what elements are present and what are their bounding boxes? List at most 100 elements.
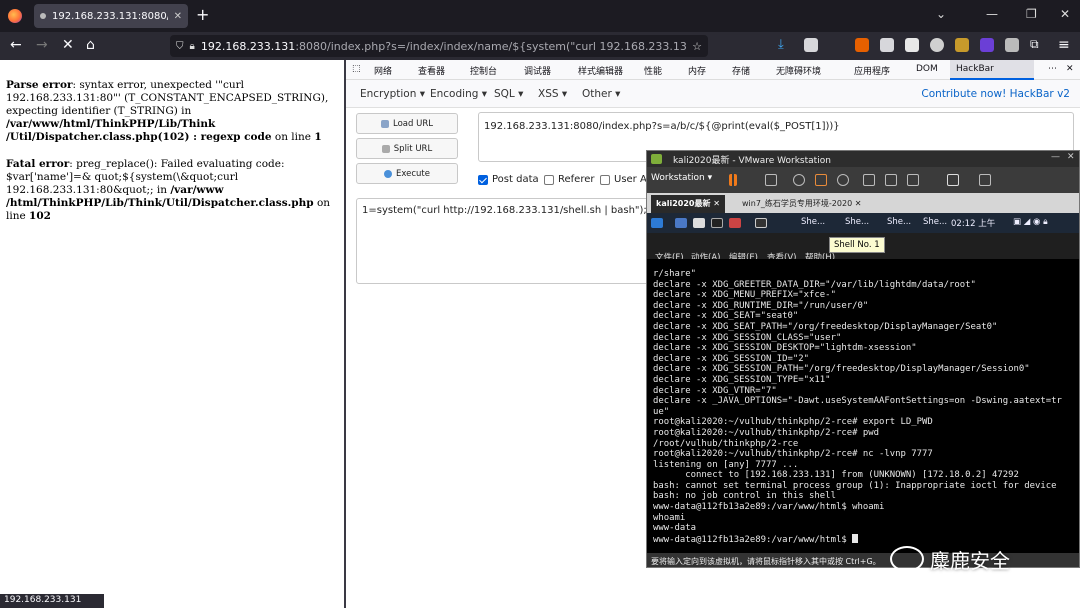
close-window-icon[interactable]: ✕	[1060, 7, 1070, 21]
full-screen-icon[interactable]	[907, 174, 919, 186]
app-menu-icon[interactable]: ≡	[1058, 37, 1070, 53]
devtools-tab-network[interactable]: 网络	[374, 64, 392, 77]
user-agent-checkbox[interactable]: User A	[600, 174, 647, 185]
terminal-prompt-line: www-data@112fb13a2e89:/var/www/html$	[653, 533, 1075, 546]
referer-checkbox[interactable]: Referer	[544, 174, 594, 185]
devtools-tab-inspector[interactable]: 查看器	[418, 64, 445, 77]
taskbar-shell-3[interactable]: She...	[887, 217, 911, 227]
menu-encoding[interactable]: Encoding ▾	[430, 88, 487, 100]
minimize-icon[interactable]: —	[986, 7, 998, 21]
terminal-line: www-data@112fb13a2e89:/var/www/html$ who…	[653, 502, 885, 513]
url-path: :8080/index.php?s=/index/index/name/${sy…	[295, 39, 687, 53]
taskbar-tooltip: Shell No. 1	[829, 237, 885, 253]
post-data-checkbox[interactable]: Post data	[478, 174, 539, 185]
extension-tool-icon[interactable]	[955, 38, 969, 52]
panel-app-icon-2[interactable]	[693, 218, 705, 228]
new-tab-icon[interactable]: +	[196, 5, 209, 24]
devtools-tab-accessibility[interactable]: 无障碍环境	[776, 64, 821, 77]
forward-icon[interactable]: →	[36, 37, 48, 53]
devtools-options-icon[interactable]: ⋯	[1048, 64, 1057, 74]
terminal-line: declare -x XDG_SESSION_ID="2"	[653, 353, 810, 364]
extension-fox-icon[interactable]	[855, 38, 869, 52]
load-url-button[interactable]: Load URL	[356, 113, 458, 134]
panel-terminal-icon[interactable]	[711, 218, 723, 228]
panel-workspace-icon[interactable]	[755, 218, 767, 228]
menu-sql[interactable]: SQL ▾	[494, 88, 523, 100]
terminal-line: root@kali2020:~/vulhub/thinkphp/2-rce# n…	[653, 449, 933, 460]
vmware-minimize-icon[interactable]: —	[1051, 152, 1060, 162]
extension-grid-icon[interactable]	[905, 38, 919, 52]
lock-icon[interactable]: 🔒︎	[190, 41, 195, 52]
tab-close-icon[interactable]: ✕	[174, 11, 182, 22]
vmware-close-icon[interactable]: ✕	[1067, 152, 1075, 162]
extension-puzzle-icon[interactable]	[880, 38, 894, 52]
shield-icon[interactable]: ⛉	[176, 41, 184, 52]
terminal-line: declare -x XDG_SESSION_PATH="/org/freede…	[653, 364, 1030, 375]
bookmark-star-icon[interactable]: ☆	[692, 40, 702, 53]
panel-clock[interactable]: 02:12 上午	[951, 217, 995, 229]
kali-menu-icon[interactable]	[651, 218, 663, 228]
devtools-tab-dom[interactable]: DOM	[916, 64, 938, 74]
pause-icon[interactable]	[729, 174, 737, 186]
devtools-tab-performance[interactable]: 性能	[644, 64, 662, 77]
tab-list-icon[interactable]: ⌄	[936, 7, 946, 21]
menu-xss[interactable]: XSS ▾	[538, 88, 567, 100]
devtools-tab-console[interactable]: 控制台	[470, 64, 497, 77]
devtools-tab-style-editor[interactable]: 样式编辑器	[578, 64, 623, 77]
extension-face-icon[interactable]	[930, 38, 944, 52]
panel-tray-icons[interactable]: ▣ ◢ ◉ 🔒︎	[1013, 217, 1048, 227]
back-icon[interactable]: ←	[10, 37, 22, 53]
terminal-line: declare -x XDG_RUNTIME_DIR="/run/user/0"	[653, 300, 869, 311]
snapshot-icon[interactable]	[793, 174, 805, 186]
vm-tab-win7[interactable]: win7_练石学员专用环境-2020 ✕	[737, 195, 866, 213]
fatal-error-line: 102	[29, 210, 51, 222]
devtools-tab-debugger[interactable]: 调试器	[524, 64, 551, 77]
firefox-menu-icon[interactable]	[8, 9, 22, 23]
devtools-tab-application[interactable]: 应用程序	[854, 64, 890, 77]
browser-tab-active[interactable]: 192.168.233.131:8080/index. ✕	[34, 4, 188, 28]
devtools-close-icon[interactable]: ✕	[1066, 64, 1074, 74]
revert-snapshot-icon[interactable]	[815, 174, 827, 186]
devtools-toolbar: ⬚ 网络 查看器 控制台 调试器 样式编辑器 性能 内存 存储 无障碍环境 应用…	[346, 60, 1080, 80]
stop-icon[interactable]: ✕	[62, 37, 74, 53]
extensions-icon[interactable]: ⧉	[1030, 37, 1039, 52]
menu-encryption[interactable]: Encryption ▾	[360, 88, 425, 100]
extension-layers-icon[interactable]	[980, 38, 994, 52]
taskbar-shell-4[interactable]: She...	[923, 217, 947, 227]
home-icon[interactable]: ⌂	[86, 37, 95, 53]
devtools-tab-hackbar[interactable]: HackBar	[950, 60, 1034, 80]
vm-tab-kali[interactable]: kali2020最新 ✕	[651, 195, 725, 213]
contribute-link[interactable]: Contribute now! HackBar v2	[921, 88, 1070, 100]
wechat-icon	[890, 546, 924, 572]
panel-app-icon-3[interactable]	[729, 218, 741, 228]
devtools-tab-storage[interactable]: 存储	[732, 64, 750, 77]
restore-icon[interactable]: ❐	[1026, 7, 1037, 21]
workstation-menu[interactable]: Workstation ▾	[651, 173, 712, 183]
terminal-line: connect to [192.168.233.131] from (UNKNO…	[653, 470, 1019, 481]
extension-mail-icon[interactable]	[1005, 38, 1019, 52]
screenshot-icon[interactable]	[804, 38, 818, 52]
execute-button[interactable]: Execute	[356, 163, 458, 184]
console-view-icon[interactable]	[947, 174, 959, 186]
send-keys-icon[interactable]	[765, 174, 777, 186]
taskbar-shell-2[interactable]: She...	[845, 217, 869, 227]
taskbar-shell-1[interactable]: She...	[801, 217, 825, 227]
user-agent-check-icon	[600, 174, 610, 185]
element-picker-icon[interactable]: ⬚	[352, 64, 361, 74]
post-data-label: Post data	[492, 174, 539, 185]
terminal-output[interactable]: r/share" declare -x XDG_GREETER_DATA_DIR…	[647, 259, 1079, 553]
devtools-tab-memory[interactable]: 内存	[688, 64, 706, 77]
thumbnail-bar-icon[interactable]	[885, 174, 897, 186]
vm-tab-kali-label: kali2020最新	[656, 199, 711, 208]
stretch-icon[interactable]	[979, 174, 991, 186]
show-library-icon[interactable]	[863, 174, 875, 186]
panel-app-icon-1[interactable]	[675, 218, 687, 228]
url-bar[interactable]: ⛉ 🔒︎ 192.168.233.131:8080/index.php?s=/i…	[170, 35, 708, 57]
snapshot-manager-icon[interactable]	[837, 174, 849, 186]
vmware-title-bar[interactable]: kali2020最新 - VMware Workstation — ✕	[647, 151, 1079, 167]
download-icon[interactable]: ⤓	[778, 37, 784, 52]
split-url-button[interactable]: Split URL	[356, 138, 458, 159]
terminal-line: declare -x XDG_GREETER_DATA_DIR="/var/li…	[653, 279, 976, 290]
split-url-label: Split URL	[393, 143, 433, 154]
menu-other[interactable]: Other ▾	[582, 88, 620, 100]
